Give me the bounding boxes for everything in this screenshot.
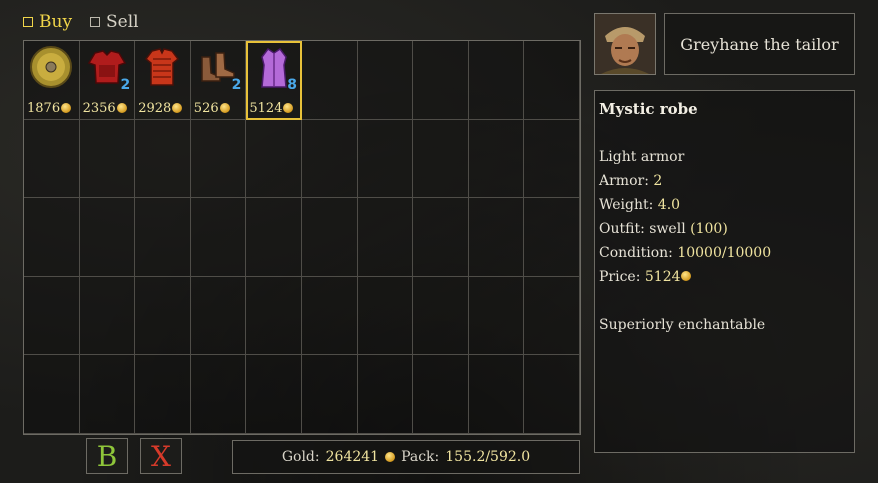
armor-row: Armor: 2 bbox=[599, 173, 663, 189]
empty-slot[interactable] bbox=[524, 355, 580, 434]
red-scale-armor-icon bbox=[145, 48, 180, 86]
empty-slot[interactable] bbox=[413, 119, 469, 199]
empty-slot[interactable] bbox=[79, 276, 136, 356]
gold-coin-icon bbox=[172, 103, 183, 114]
empty-slot[interactable] bbox=[524, 276, 580, 356]
outfit-row: Outfit: swell (100) bbox=[599, 221, 728, 237]
empty-slot[interactable] bbox=[357, 198, 414, 277]
empty-slot[interactable] bbox=[246, 198, 302, 277]
pack-label: Pack: bbox=[401, 449, 440, 465]
tab-buy-label: Buy bbox=[39, 12, 73, 32]
empty-slot[interactable] bbox=[24, 355, 80, 434]
gold-value: 264241 bbox=[325, 449, 380, 465]
empty-slot[interactable] bbox=[79, 355, 136, 434]
empty-slot[interactable] bbox=[190, 198, 247, 277]
empty-slot[interactable] bbox=[413, 41, 469, 120]
empty-slot[interactable] bbox=[524, 198, 580, 277]
item-price: 2928 bbox=[138, 101, 183, 116]
merchant-name: Greyhane the tailor bbox=[664, 13, 855, 75]
sell-checkbox-icon bbox=[90, 17, 100, 27]
item-slot[interactable]: 2928 bbox=[135, 41, 191, 120]
empty-slot[interactable] bbox=[135, 119, 191, 199]
buy-checkbox-icon bbox=[23, 17, 33, 27]
round-shield-icon bbox=[30, 46, 73, 88]
empty-slot[interactable] bbox=[468, 198, 525, 277]
inventory-grid: 1876 2 2356 2928 2 526 8 5124 bbox=[23, 40, 581, 435]
empty-slot[interactable] bbox=[468, 119, 525, 199]
empty-slot[interactable] bbox=[79, 198, 136, 277]
item-price: 1876 bbox=[27, 101, 72, 116]
empty-slot[interactable] bbox=[468, 276, 525, 356]
item-note: Superiorly enchantable bbox=[599, 317, 766, 333]
empty-slot[interactable] bbox=[246, 276, 302, 356]
empty-slot[interactable] bbox=[190, 276, 247, 356]
item-type: Light armor bbox=[599, 149, 685, 165]
empty-slot[interactable] bbox=[190, 355, 247, 434]
empty-slot[interactable] bbox=[301, 355, 358, 434]
empty-slot[interactable] bbox=[357, 119, 414, 199]
tab-buy[interactable]: Buy bbox=[23, 12, 72, 32]
gold-coin-icon bbox=[219, 103, 230, 114]
empty-slot[interactable] bbox=[413, 198, 469, 277]
item-slot[interactable]: 2 526 bbox=[190, 41, 247, 120]
empty-slot[interactable] bbox=[301, 198, 358, 277]
item-quantity: 2 bbox=[231, 77, 242, 93]
merchant-face-icon bbox=[595, 14, 655, 74]
empty-slot[interactable] bbox=[24, 276, 80, 356]
empty-slot[interactable] bbox=[190, 119, 247, 199]
empty-slot[interactable] bbox=[24, 119, 80, 199]
gold-coin-icon bbox=[385, 452, 396, 462]
empty-slot[interactable] bbox=[468, 41, 525, 120]
status-bar: Gold: 264241 Pack: 155.2/592.0 bbox=[232, 440, 580, 474]
empty-slot[interactable] bbox=[301, 276, 358, 356]
empty-slot[interactable] bbox=[135, 276, 191, 356]
weight-row: Weight: 4.0 bbox=[599, 197, 681, 213]
tab-sell-label: Sell bbox=[106, 12, 139, 32]
gold-coin-icon bbox=[116, 103, 127, 114]
empty-slot[interactable] bbox=[468, 355, 525, 434]
item-slot[interactable]: 1876 bbox=[24, 41, 80, 120]
empty-slot[interactable] bbox=[413, 276, 469, 356]
item-price: 2356 bbox=[83, 101, 127, 116]
empty-slot[interactable] bbox=[79, 119, 136, 199]
empty-slot[interactable] bbox=[524, 119, 580, 199]
empty-slot[interactable] bbox=[357, 41, 414, 120]
empty-slot[interactable] bbox=[135, 198, 191, 277]
empty-slot[interactable] bbox=[246, 119, 302, 199]
item-details-panel: Mystic robe Light armor Armor: 2 Weight:… bbox=[594, 90, 855, 453]
item-quantity: 2 bbox=[120, 77, 131, 93]
condition-row: Condition: 10000/10000 bbox=[599, 245, 772, 261]
gold-label: Gold: bbox=[281, 449, 320, 465]
close-button[interactable]: X bbox=[140, 438, 182, 474]
item-price: 5124 bbox=[249, 101, 294, 116]
item-slot-selected[interactable]: 8 5124 bbox=[246, 41, 302, 120]
gold-coin-icon bbox=[680, 271, 691, 281]
tab-sell[interactable]: Sell bbox=[90, 12, 139, 32]
back-button[interactable]: B bbox=[86, 438, 128, 474]
empty-slot[interactable] bbox=[301, 41, 358, 120]
empty-slot[interactable] bbox=[301, 119, 358, 199]
empty-slot[interactable] bbox=[357, 355, 414, 434]
merchant-portrait bbox=[594, 13, 656, 75]
empty-slot[interactable] bbox=[135, 355, 191, 434]
item-slot[interactable]: 2 2356 bbox=[79, 41, 136, 120]
empty-slot[interactable] bbox=[524, 41, 580, 120]
item-title: Mystic robe bbox=[599, 100, 698, 118]
gold-coin-icon bbox=[61, 103, 72, 114]
item-quantity: 8 bbox=[287, 77, 297, 93]
gold-coin-icon bbox=[283, 103, 294, 114]
empty-slot[interactable] bbox=[413, 355, 469, 434]
price-row: Price: 5124 bbox=[599, 265, 850, 289]
empty-slot[interactable] bbox=[246, 355, 302, 434]
item-price: 526 bbox=[194, 101, 230, 116]
empty-slot[interactable] bbox=[357, 276, 414, 356]
empty-slot[interactable] bbox=[24, 198, 80, 277]
pack-value: 155.2/592.0 bbox=[445, 449, 531, 465]
